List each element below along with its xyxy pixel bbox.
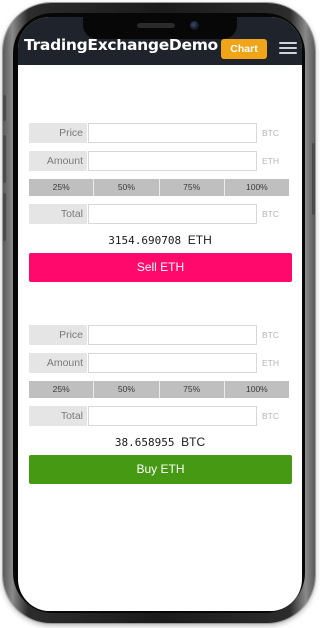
- buy-price-unit: BTC: [262, 330, 279, 340]
- volume-up-button: [3, 135, 6, 183]
- sell-percent-75-button[interactable]: 75%: [160, 179, 225, 196]
- sell-total-input[interactable]: [88, 204, 257, 224]
- sell-price-label: Price: [29, 123, 87, 143]
- speaker-grille: [137, 23, 175, 28]
- sell-eth-button[interactable]: Sell ETH: [29, 253, 292, 282]
- buy-percent-100-button[interactable]: 100%: [225, 381, 289, 398]
- buy-amount-label: Amount: [29, 353, 87, 373]
- hamburger-line: [279, 42, 297, 44]
- sell-amount-input[interactable]: [88, 151, 257, 171]
- sell-available-balance: 3154.690708 ETH: [29, 232, 291, 248]
- mute-switch: [3, 95, 6, 121]
- sell-amount-label: Amount: [29, 151, 87, 171]
- sell-price-input[interactable]: [88, 123, 257, 143]
- volume-down-button: [3, 193, 6, 241]
- chart-button[interactable]: Chart: [221, 39, 267, 59]
- sell-balance-currency: ETH: [187, 233, 212, 247]
- buy-amount-row: Amount ETH: [29, 353, 291, 373]
- sell-percent-100-button[interactable]: 100%: [225, 179, 289, 196]
- buy-eth-button[interactable]: Buy ETH: [29, 455, 292, 484]
- buy-balance-currency: BTC: [181, 435, 206, 449]
- buy-available-balance: 38.658955 BTC: [29, 434, 291, 450]
- buy-price-label: Price: [29, 325, 87, 345]
- buy-amount-unit: ETH: [262, 358, 279, 368]
- buy-total-label: Total: [29, 406, 87, 426]
- buy-total-row: Total BTC: [29, 406, 291, 426]
- sell-amount-unit: ETH: [262, 156, 279, 166]
- sell-price-unit: BTC: [262, 128, 279, 138]
- sell-total-unit: BTC: [262, 209, 279, 219]
- notch: [83, 17, 237, 39]
- buy-percent-selector: 25% 50% 75% 100%: [29, 381, 289, 398]
- sell-amount-row: Amount ETH: [29, 151, 291, 171]
- power-button: [312, 143, 315, 215]
- buy-percent-50-button[interactable]: 50%: [94, 381, 160, 398]
- buy-percent-75-button[interactable]: 75%: [160, 381, 225, 398]
- device-stage: TradingExchangeDemo Chart Price BTC Amou…: [0, 0, 320, 628]
- buy-amount-input[interactable]: [88, 353, 257, 373]
- hamburger-menu-icon[interactable]: [279, 41, 297, 55]
- hamburger-line: [279, 52, 297, 54]
- hamburger-line: [279, 47, 297, 49]
- sell-total-row: Total BTC: [29, 204, 291, 224]
- front-camera-icon: [190, 21, 199, 30]
- buy-price-input[interactable]: [88, 325, 257, 345]
- sell-price-row: Price BTC: [29, 123, 291, 143]
- screen-bottom: [18, 603, 302, 611]
- sell-form: Price BTC Amount ETH 25% 50% 75% 100% To…: [29, 123, 292, 282]
- buy-price-row: Price BTC: [29, 325, 291, 345]
- sell-total-label: Total: [29, 204, 87, 224]
- buy-total-input[interactable]: [88, 406, 257, 426]
- sell-balance-amount: 3154.690708: [108, 234, 182, 247]
- sell-percent-50-button[interactable]: 50%: [94, 179, 160, 196]
- buy-form: Price BTC Amount ETH 25% 50% 75% 100% To…: [29, 325, 292, 484]
- sell-percent-25-button[interactable]: 25%: [29, 179, 95, 196]
- buy-percent-25-button[interactable]: 25%: [29, 381, 95, 398]
- sell-percent-selector: 25% 50% 75% 100%: [29, 179, 289, 196]
- buy-balance-amount: 38.658955: [114, 436, 175, 449]
- buy-total-unit: BTC: [262, 411, 279, 421]
- phone-screen: TradingExchangeDemo Chart Price BTC Amou…: [18, 17, 302, 611]
